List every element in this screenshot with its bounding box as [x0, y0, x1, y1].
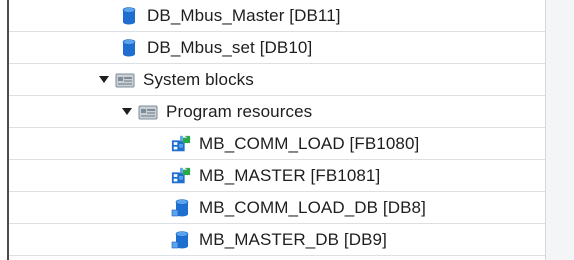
- tree-item-db-mbus-set[interactable]: DB_Mbus_set [DB10]: [9, 32, 545, 64]
- details-column: [546, 0, 574, 260]
- tree-item-mb-comm-load-db[interactable]: MB_COMM_LOAD_DB [DB8]: [9, 192, 545, 224]
- tree-item-label: System blocks: [143, 69, 254, 89]
- tree-item-content: DB_Mbus_set [DB10]: [119, 32, 312, 63]
- function-block-icon: [171, 166, 191, 186]
- tree-item-content: System blocks: [97, 64, 254, 95]
- tree-item-program-resources[interactable]: Program resources: [9, 96, 545, 128]
- tree-item-content: MB_MASTER_DB [DB9]: [171, 224, 387, 255]
- data-block-icon: [119, 38, 139, 58]
- folder-icon: [138, 102, 158, 122]
- tree-item-label: DB_Mbus_set [DB10]: [147, 37, 313, 57]
- instance-db-icon: [171, 198, 191, 218]
- project-tree: DB_Mbus_Master [DB11] DB_Mbus_set [DB10]: [9, 0, 545, 260]
- tree-item-label: MB_COMM_LOAD [FB1080]: [199, 133, 420, 153]
- tree-item-label: MB_MASTER [FB1081]: [199, 165, 381, 185]
- instance-db-icon: [171, 230, 191, 250]
- tree-item-label: Program resources: [166, 101, 313, 121]
- tree-item-content: MB_COMM_LOAD [FB1080]: [171, 128, 419, 159]
- tree-item-content: DB_Mbus_Master [DB11]: [119, 0, 341, 32]
- tree-item-db-mbus-master[interactable]: DB_Mbus_Master [DB11]: [9, 0, 545, 32]
- tree-item-system-blocks[interactable]: System blocks: [9, 64, 545, 96]
- tree-item-content: Program resources: [120, 96, 312, 127]
- tree-item-label: MB_COMM_LOAD_DB [DB8]: [199, 197, 426, 217]
- folder-icon: [115, 70, 135, 90]
- tree-item-label: DB_Mbus_Master [DB11]: [147, 6, 341, 25]
- tree-item-mb-comm-load[interactable]: MB_COMM_LOAD [FB1080]: [9, 128, 545, 160]
- tree-item-mb-master[interactable]: MB_MASTER [FB1081]: [9, 160, 545, 192]
- expand-arrow-icon[interactable]: [97, 73, 111, 87]
- tree-item-content: MB_COMM_LOAD_DB [DB8]: [171, 192, 426, 223]
- function-block-icon: [171, 134, 191, 154]
- tree-item-label: MB_MASTER_DB [DB9]: [199, 229, 387, 249]
- tree-item-content: MB_MASTER [FB1081]: [171, 160, 380, 191]
- tree-item-mb-master-db[interactable]: MB_MASTER_DB [DB9]: [9, 224, 545, 256]
- data-block-icon: [119, 6, 139, 26]
- expand-arrow-icon[interactable]: [120, 105, 134, 119]
